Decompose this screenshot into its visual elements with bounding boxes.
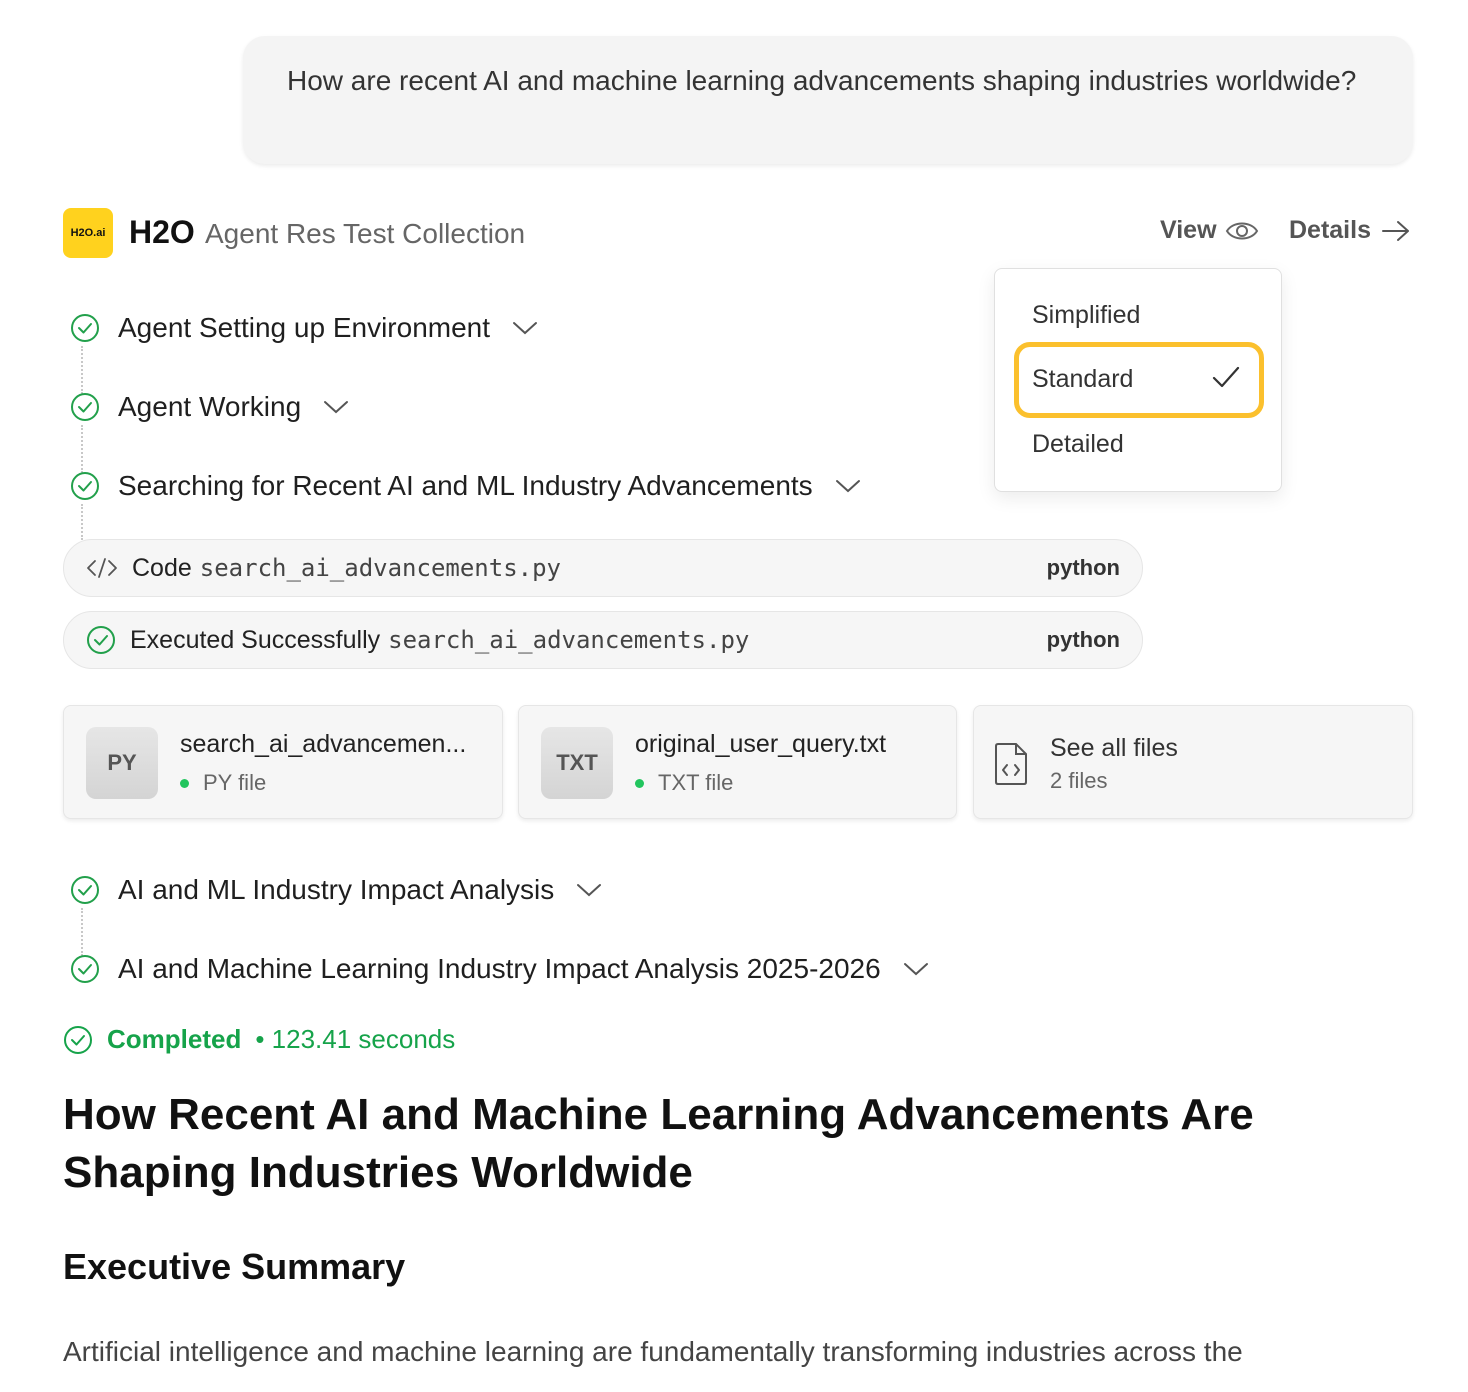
report-section-heading: Executive Summary <box>63 1246 406 1287</box>
user-message-bubble: How are recent AI and machine learning a… <box>243 36 1413 164</box>
see-all-files-label: See all files <box>1050 734 1178 762</box>
step-impact-analysis-2025[interactable]: AI and Machine Learning Industry Impact … <box>70 953 929 985</box>
file-card-txt[interactable]: TXT original_user_query.txt TXT file <box>518 705 957 819</box>
status-dot <box>180 778 189 788</box>
check-circle-icon <box>71 472 99 500</box>
code-filename: search_ai_advancements.py <box>199 554 561 582</box>
executed-filename: search_ai_advancements.py <box>388 626 750 654</box>
executed-language: python <box>1046 627 1120 652</box>
step-label: AI and Machine Learning Industry Impact … <box>118 953 881 984</box>
details-button[interactable]: Details <box>1289 216 1411 245</box>
step-label: AI and ML Industry Impact Analysis <box>118 874 555 905</box>
status-label: Completed <box>107 1024 242 1054</box>
file-type-badge: PY <box>86 727 158 799</box>
step-impact-analysis[interactable]: AI and ML Industry Impact Analysis <box>70 874 602 906</box>
timeline-connector <box>81 504 83 540</box>
completion-status: Completed • 123.41 seconds <box>63 1024 455 1055</box>
eye-icon <box>1225 222 1258 239</box>
step-agent-working[interactable]: Agent Working <box>70 391 349 423</box>
executed-pill[interactable]: Executed Successfully search_ai_advancem… <box>63 611 1143 669</box>
user-message-text: How are recent AI and machine learning a… <box>287 65 1357 96</box>
arrow-right-icon <box>1381 220 1409 241</box>
timeline-connector <box>81 346 83 394</box>
view-label: View <box>1160 216 1217 244</box>
code-pill[interactable]: Code search_ai_advancements.py python <box>63 539 1143 597</box>
h2o-logo: H2O.ai <box>63 208 113 258</box>
chevron-down-icon <box>835 480 860 493</box>
file-card-py[interactable]: PY search_ai_advancemen... PY file <box>63 705 503 819</box>
check-circle-icon <box>71 314 99 342</box>
file-count: 2 files <box>1050 768 1108 793</box>
chevron-down-icon <box>577 884 602 897</box>
check-circle-icon <box>71 393 99 421</box>
collection-name: Agent Res Test Collection <box>205 218 526 249</box>
step-label: Searching for Recent AI and ML Industry … <box>118 470 813 501</box>
file-type-label: TXT file <box>658 770 734 795</box>
code-icon <box>87 558 117 578</box>
report-paragraph: Artificial intelligence and machine lear… <box>63 1336 1243 1367</box>
see-all-files-card[interactable]: See all files 2 files <box>973 705 1413 819</box>
view-button[interactable]: View <box>1160 216 1259 245</box>
code-language: python <box>1046 555 1120 580</box>
brand-name: H2O <box>129 214 195 250</box>
file-type-badge: TXT <box>541 727 613 799</box>
chevron-down-icon <box>324 401 349 414</box>
chevron-down-icon <box>903 963 928 976</box>
step-searching-advancements[interactable]: Searching for Recent AI and ML Industry … <box>70 470 861 502</box>
view-option-simplified[interactable]: Simplified <box>1032 301 1140 330</box>
code-label: Code <box>132 553 192 582</box>
view-option-standard[interactable]: Standard <box>1014 342 1264 418</box>
check-icon <box>1212 366 1240 388</box>
check-circle-icon <box>71 876 99 904</box>
agent-header: H2O.ai H2O Agent Res Test Collection Vie… <box>63 208 1413 260</box>
chevron-down-icon <box>513 322 538 335</box>
view-option-detailed[interactable]: Detailed <box>1032 430 1124 459</box>
view-mode-dropdown: Simplified Standard Detailed <box>994 268 1282 492</box>
step-label: Agent Setting up Environment <box>118 312 491 343</box>
file-type-label: PY file <box>203 770 267 795</box>
step-label: Agent Working <box>118 391 302 422</box>
check-circle-icon <box>87 626 115 654</box>
status-duration: • 123.41 seconds <box>255 1024 456 1054</box>
step-setting-up-environment[interactable]: Agent Setting up Environment <box>70 312 538 344</box>
logo-text: H2O.ai <box>70 227 106 239</box>
file-name: original_user_query.txt <box>635 730 887 758</box>
details-label: Details <box>1289 216 1371 244</box>
view-option-standard-label: Standard <box>1032 365 1134 393</box>
executed-label: Executed Successfully <box>130 625 381 654</box>
file-name: search_ai_advancemen... <box>180 730 467 758</box>
check-circle-icon <box>64 1025 92 1054</box>
timeline-connector <box>81 908 83 956</box>
file-type: PY file <box>180 770 266 796</box>
status-dot <box>635 778 644 788</box>
file-type: TXT file <box>635 770 733 796</box>
report-title: How Recent AI and Machine Learning Advan… <box>63 1090 1254 1197</box>
check-circle-icon <box>71 955 99 983</box>
timeline-connector <box>81 425 83 473</box>
file-code-icon <box>995 743 1027 785</box>
